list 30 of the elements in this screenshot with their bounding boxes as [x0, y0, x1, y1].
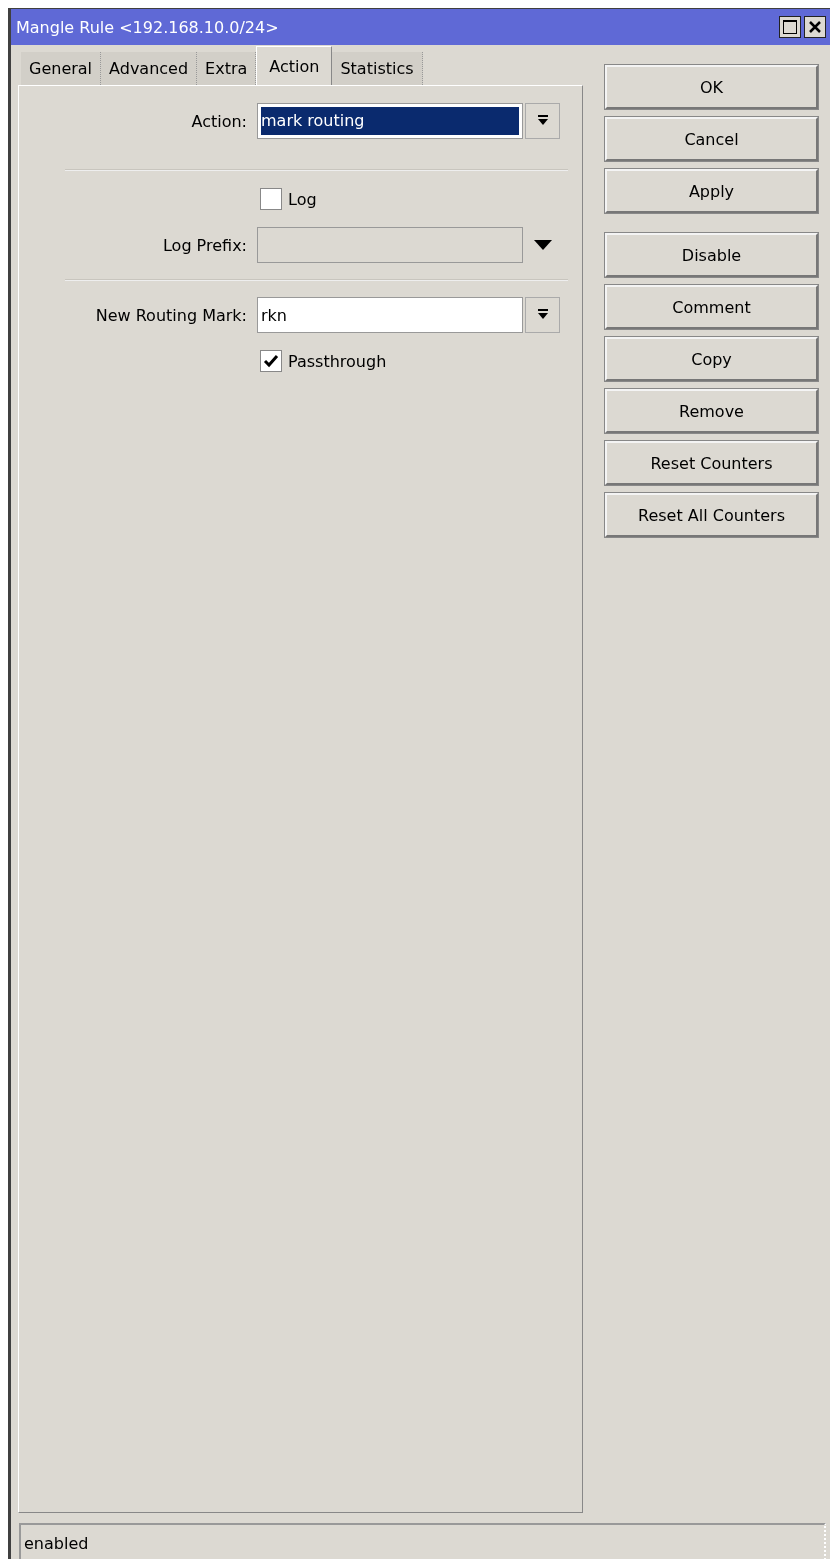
window-title: Mangle Rule <192.168.10.0/24>: [16, 17, 279, 37]
action-button[interactable]: Disable: [605, 233, 818, 277]
field-label: New Routing Mark:: [94, 305, 248, 325]
dropdown-button[interactable]: [525, 103, 560, 139]
dropdown-button[interactable]: [525, 297, 560, 333]
action-button[interactable]: Remove: [605, 389, 818, 433]
checkbox-label: Passthrough: [288, 351, 387, 371]
action-button[interactable]: Apply: [605, 169, 818, 213]
action-button[interactable]: Cancel: [605, 117, 818, 161]
checkbox[interactable]: [260, 350, 282, 372]
action-button[interactable]: Reset Counters: [605, 441, 818, 485]
select-field[interactable]: mark routing: [257, 103, 523, 139]
tab[interactable]: General: [21, 52, 102, 85]
checkbox-label: Log: [288, 189, 317, 209]
close-icon[interactable]: [804, 16, 826, 38]
field-label: Log Prefix:: [161, 235, 248, 255]
dropdown-arrow-icon[interactable]: [533, 240, 552, 250]
checkbox[interactable]: [260, 188, 282, 210]
action-button[interactable]: Comment: [605, 285, 818, 329]
action-button[interactable]: OK: [605, 65, 818, 109]
tab[interactable]: Advanced: [101, 52, 198, 85]
tab[interactable]: Extra: [197, 52, 257, 85]
maximize-icon[interactable]: [779, 16, 801, 38]
action-button[interactable]: Copy: [605, 337, 818, 381]
action-button[interactable]: Reset All Counters: [605, 493, 818, 537]
tab[interactable]: Statistics: [332, 52, 423, 85]
tab[interactable]: Action: [256, 46, 333, 85]
field-label: Action:: [190, 111, 248, 131]
select-field[interactable]: rkn: [257, 297, 523, 333]
status-bar: enabled: [19, 1523, 826, 1559]
